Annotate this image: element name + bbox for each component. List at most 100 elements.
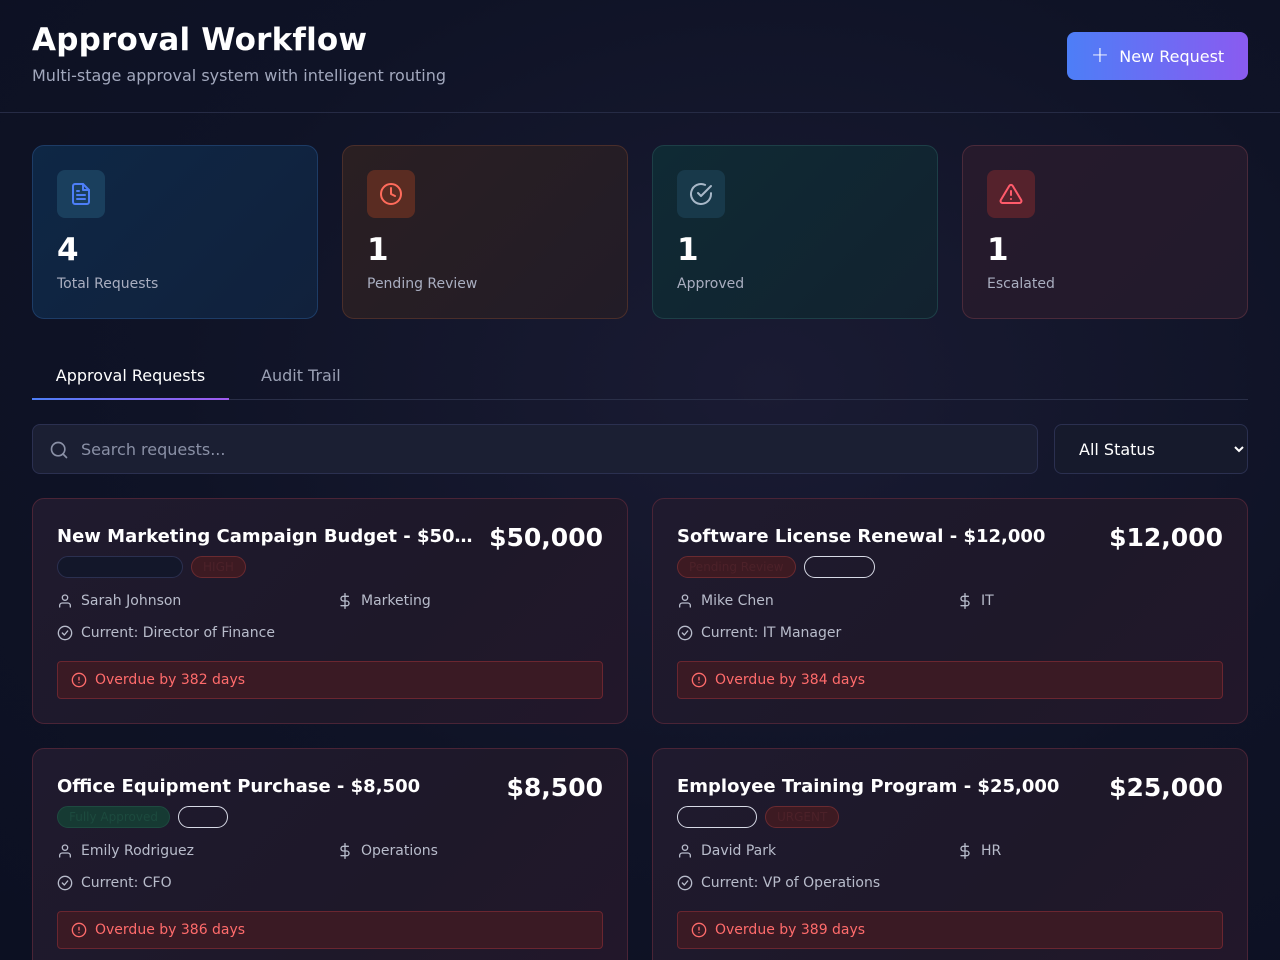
new-request-button[interactable]: + New Request	[1067, 32, 1248, 80]
request-card[interactable]: Office Equipment Purchase - $8,500 $8,50…	[32, 748, 628, 960]
badge-group: Fully Approved	[57, 806, 228, 828]
requester-name: David Park	[701, 843, 777, 859]
department: Marketing	[337, 593, 431, 609]
tab-bar: Approval Requests Audit Trail	[32, 352, 1248, 400]
requester: Emily Rodriguez	[57, 843, 194, 859]
requester: David Park	[677, 843, 776, 859]
alert-circle-icon	[71, 672, 87, 688]
overdue-alert: Overdue by 382 days	[57, 661, 603, 699]
request-title: Employee Training Program - $25,000	[677, 776, 1060, 797]
overdue-alert: Overdue by 384 days	[677, 661, 1223, 699]
stat-value: 1	[677, 232, 699, 268]
plus-icon: +	[1090, 43, 1110, 68]
alert-circle-icon	[691, 922, 707, 938]
current-approver: Current: VP of Operations	[677, 875, 880, 891]
request-amount: $25,000	[1109, 773, 1223, 802]
request-title: New Marketing Campaign Budget - $50,000	[57, 526, 477, 547]
request-title: Software License Renewal - $12,000	[677, 526, 1046, 547]
check-circle-icon	[57, 875, 73, 891]
status-badge	[57, 556, 183, 578]
page-title: Approval Workflow	[32, 22, 368, 58]
check-circle-icon	[677, 625, 693, 641]
status-badge: Pending Review	[677, 556, 796, 578]
requester: Mike Chen	[677, 593, 774, 609]
current-approver: Current: Director of Finance	[57, 625, 275, 641]
stat-label: Pending Review	[367, 276, 478, 292]
search-icon	[49, 440, 69, 464]
request-card[interactable]: New Marketing Campaign Budget - $50,000 …	[32, 498, 628, 724]
requester-name: Emily Rodriguez	[81, 843, 194, 859]
stat-card-approved: 1 Approved	[652, 145, 938, 319]
overdue-alert: Overdue by 386 days	[57, 911, 603, 949]
dollar-icon	[340, 843, 350, 859]
status-badge	[677, 806, 757, 828]
search-box	[32, 424, 1038, 474]
new-request-label: New Request	[1119, 46, 1225, 66]
request-amount: $12,000	[1109, 523, 1223, 552]
stat-label: Escalated	[987, 276, 1055, 292]
department-name: Marketing	[361, 593, 431, 609]
stat-label: Total Requests	[57, 276, 159, 292]
request-amount: $50,000	[489, 523, 603, 552]
dollar-icon	[340, 593, 350, 609]
status-badge: Fully Approved	[57, 806, 170, 828]
user-icon	[679, 844, 691, 858]
current-approver: Current: CFO	[57, 875, 172, 891]
current-approver-text: Current: IT Manager	[701, 625, 842, 641]
page-header: Approval Workflow Multi-stage approval s…	[0, 0, 1280, 113]
stat-card-total: 4 Total Requests	[32, 145, 318, 319]
request-card[interactable]: Employee Training Program - $25,000 $25,…	[652, 748, 1248, 960]
department-name: HR	[981, 843, 1002, 859]
overdue-alert: Overdue by 389 days	[677, 911, 1223, 949]
stat-value: 1	[987, 232, 1009, 268]
dollar-icon	[960, 593, 970, 609]
request-title: Office Equipment Purchase - $8,500	[57, 776, 421, 797]
user-icon	[679, 594, 691, 608]
user-icon	[59, 594, 71, 608]
tab-approval-requests[interactable]: Approval Requests	[32, 352, 229, 400]
priority-badge: URGENT	[765, 806, 840, 828]
search-input[interactable]	[81, 425, 1021, 473]
request-amount: $8,500	[506, 773, 603, 802]
request-card[interactable]: Software License Renewal - $12,000 $12,0…	[652, 498, 1248, 724]
dollar-icon	[960, 843, 970, 859]
stat-value: 1	[367, 232, 389, 268]
current-approver: Current: IT Manager	[677, 625, 841, 641]
department: HR	[957, 843, 1001, 859]
current-approver-text: Current: Director of Finance	[81, 625, 275, 641]
status-filter-select[interactable]: All Status	[1054, 424, 1248, 474]
current-approver-text: Current: CFO	[81, 875, 172, 891]
priority-badge	[178, 806, 228, 828]
badge-group: HIGH	[57, 556, 246, 578]
overdue-text: Overdue by 386 days	[95, 922, 246, 938]
requester: Sarah Johnson	[57, 593, 181, 609]
requester-name: Mike Chen	[701, 593, 774, 609]
alert-circle-icon	[71, 922, 87, 938]
priority-badge: HIGH	[191, 556, 246, 578]
clock-icon	[367, 170, 415, 218]
department: Operations	[337, 843, 438, 859]
requester-name: Sarah Johnson	[81, 593, 182, 609]
stat-value: 4	[57, 232, 79, 268]
badge-group: Pending Review	[677, 556, 875, 578]
alert-triangle-icon	[987, 170, 1035, 218]
page-subtitle: Multi-stage approval system with intelli…	[32, 66, 446, 85]
badge-group: URGENT	[677, 806, 840, 828]
overdue-text: Overdue by 382 days	[95, 672, 246, 688]
priority-badge	[803, 556, 875, 578]
overdue-text: Overdue by 389 days	[715, 922, 866, 938]
current-approver-text: Current: VP of Operations	[701, 875, 881, 891]
check-circle-icon	[57, 625, 73, 641]
tab-audit-trail[interactable]: Audit Trail	[261, 352, 341, 399]
stat-card-pending: 1 Pending Review	[342, 145, 628, 319]
department-name: Operations	[361, 843, 438, 859]
stat-label: Approved	[677, 276, 745, 292]
alert-circle-icon	[691, 672, 707, 688]
overdue-text: Overdue by 384 days	[715, 672, 866, 688]
stat-card-escalated: 1 Escalated	[962, 145, 1248, 319]
document-icon	[57, 170, 105, 218]
department: IT	[957, 593, 994, 609]
check-circle-icon	[677, 170, 725, 218]
department-name: IT	[981, 593, 994, 609]
check-circle-icon	[677, 875, 693, 891]
